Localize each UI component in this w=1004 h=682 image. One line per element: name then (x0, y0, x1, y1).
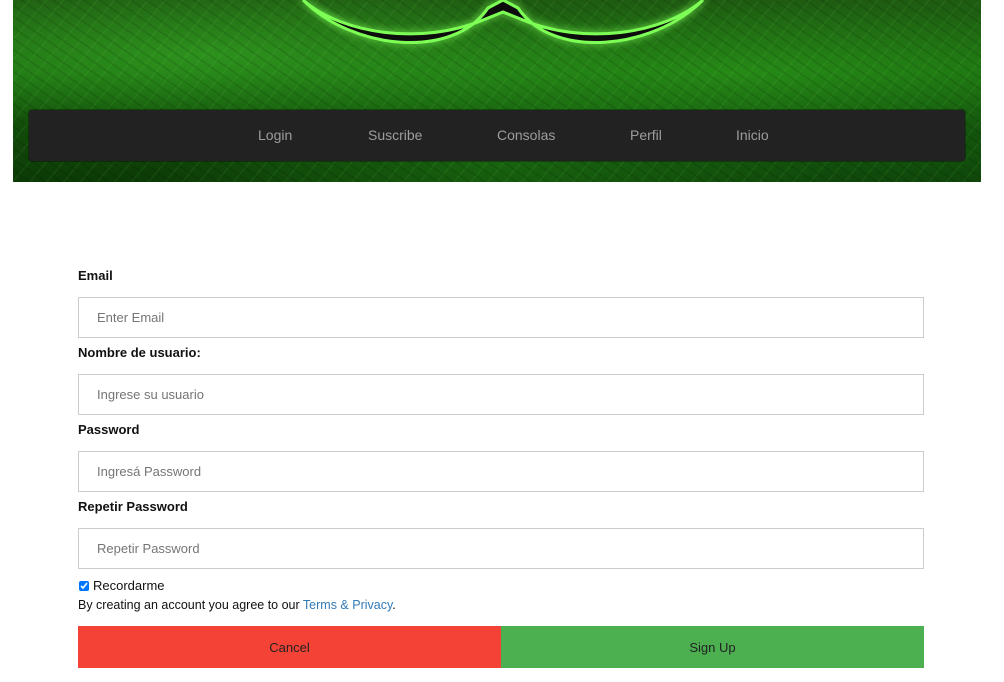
username-input[interactable] (78, 374, 924, 415)
terms-notice: By creating an account you agree to our … (78, 598, 396, 612)
email-label: Email (78, 268, 113, 283)
nav-perfil-link[interactable]: Perfil (630, 110, 662, 161)
terms-suffix: . (392, 598, 396, 612)
cancel-button[interactable]: Cancel (78, 626, 501, 668)
nav-inicio-link[interactable]: Inicio (736, 110, 769, 161)
top-navbar: Login Suscribe Consolas Perfil Inicio (29, 110, 965, 161)
repeat-password-label: Repetir Password (78, 499, 188, 514)
repeat-password-input[interactable] (78, 528, 924, 569)
password-input[interactable] (78, 451, 924, 492)
terms-privacy-link[interactable]: Terms & Privacy (303, 598, 392, 612)
remember-me-checkbox[interactable] (79, 580, 89, 591)
mustache-icon (301, 0, 705, 44)
nav-suscribe-link[interactable]: Suscribe (368, 110, 422, 161)
terms-prefix: By creating an account you agree to our (78, 598, 303, 612)
nav-login-link[interactable]: Login (258, 110, 292, 161)
header-banner: Login Suscribe Consolas Perfil Inicio (13, 0, 981, 182)
username-label: Nombre de usuario: (78, 345, 201, 360)
email-input[interactable] (78, 297, 924, 338)
remember-me-label[interactable]: Recordarme (93, 578, 165, 593)
signup-button[interactable]: Sign Up (501, 626, 924, 668)
password-label: Password (78, 422, 140, 437)
remember-me-row: Recordarme (78, 578, 165, 593)
nav-consolas-link[interactable]: Consolas (497, 110, 555, 161)
